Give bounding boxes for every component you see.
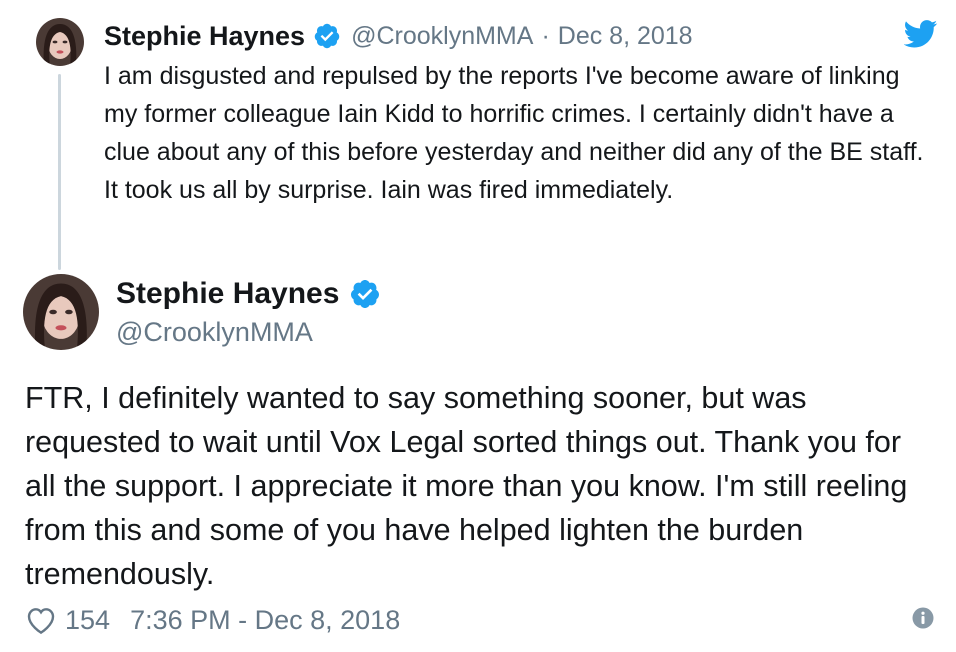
author-handle[interactable]: @CrooklynMMA (116, 317, 313, 348)
parent-tweet: Stephie Haynes @CrooklynMMA · Dec 8, 201… (0, 0, 956, 270)
tweet-timestamp[interactable]: 7:36 PM - Dec 8, 2018 (130, 605, 400, 636)
author-name-row: Stephie Haynes (116, 274, 381, 314)
info-icon[interactable] (912, 607, 934, 629)
like-count[interactable]: 154 (65, 605, 110, 636)
tweet-text: FTR, I definitely wanted to say somethin… (25, 381, 908, 591)
parent-avatar[interactable] (36, 18, 84, 66)
verified-badge-icon (349, 278, 381, 310)
thread-line (58, 74, 61, 270)
verified-badge-icon (313, 22, 341, 50)
parent-author-handle[interactable]: @CrooklynMMA (351, 22, 533, 51)
parent-tweet-date[interactable]: Dec 8, 2018 (558, 22, 693, 51)
embedded-tweet: Stephie Haynes @CrooklynMMA · Dec 8, 201… (0, 0, 956, 652)
tweet-footer: 154 7:36 PM - Dec 8, 2018 (25, 602, 400, 638)
heart-icon[interactable] (25, 605, 57, 635)
parent-tweet-text: I am disgusted and repulsed by the repor… (104, 62, 924, 204)
parent-tweet-header: Stephie Haynes @CrooklynMMA · Dec 8, 201… (104, 18, 693, 54)
author-avatar[interactable] (23, 274, 99, 350)
twitter-bird-icon[interactable] (903, 20, 938, 48)
parent-author-name[interactable]: Stephie Haynes (104, 21, 305, 52)
separator-dot: · (541, 21, 550, 50)
author-name[interactable]: Stephie Haynes (116, 277, 339, 311)
